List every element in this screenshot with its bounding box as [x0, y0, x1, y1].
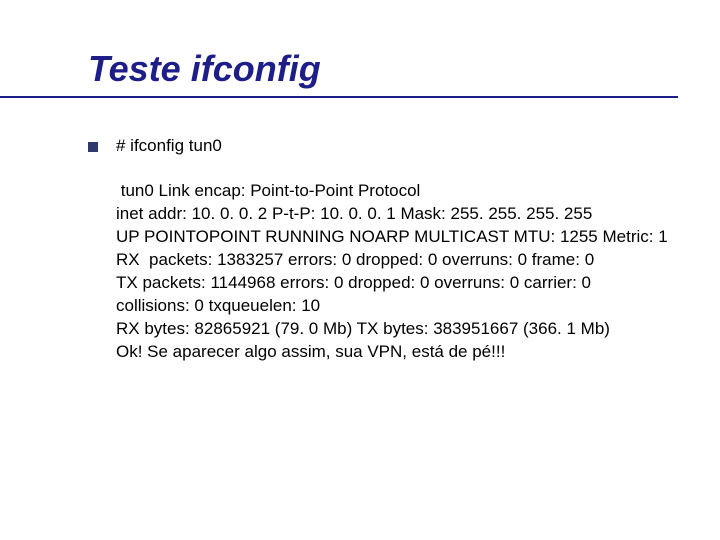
output-line: RX bytes: 82865921 (79. 0 Mb) TX bytes: … — [116, 318, 690, 341]
output-line: TX packets: 1144968 errors: 0 dropped: 0… — [116, 272, 690, 295]
output-line: Ok! Se aparecer algo assim, sua VPN, est… — [116, 341, 690, 364]
output-line: inet addr: 10. 0. 0. 2 P-t-P: 10. 0. 0. … — [116, 203, 690, 226]
output-line: tun0 Link encap: Point-to-Point Protocol — [116, 180, 690, 203]
output-line: collisions: 0 txqueuelen: 10 — [116, 295, 690, 318]
slide-content: # ifconfig tun0 tun0 Link encap: Point-t… — [0, 98, 720, 364]
output-block: tun0 Link encap: Point-to-Point Protocol… — [88, 180, 720, 364]
output-line: RX packets: 1383257 errors: 0 dropped: 0… — [116, 249, 690, 272]
command-text: # ifconfig tun0 — [116, 136, 222, 156]
slide-title: Teste ifconfig — [0, 48, 678, 98]
bullet-icon — [88, 142, 98, 152]
slide: Teste ifconfig # ifconfig tun0 tun0 Link… — [0, 0, 720, 540]
output-line: UP POINTOPOINT RUNNING NOARP MULTICAST M… — [116, 226, 690, 249]
bullet-item: # ifconfig tun0 — [88, 136, 720, 156]
